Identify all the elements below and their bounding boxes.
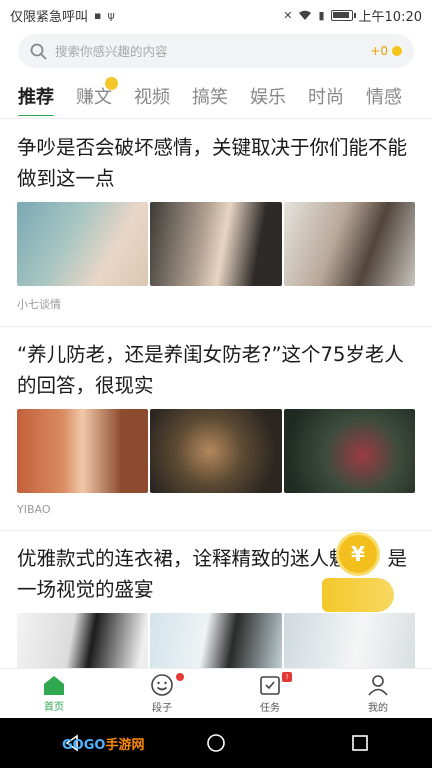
card-image[interactable]: [283, 409, 415, 493]
notification-dot: [176, 673, 184, 681]
tab-earn-label: 赚文: [76, 87, 112, 108]
recents-icon: [352, 735, 368, 751]
card-source: YIBAO: [17, 503, 51, 516]
nav-home-label: 首页: [44, 702, 64, 713]
card-image[interactable]: [150, 613, 282, 668]
tab-entertainment[interactable]: 娱乐: [250, 83, 286, 109]
coin-count-label: +0: [370, 44, 388, 58]
search-bar[interactable]: +0: [18, 34, 414, 68]
search-input[interactable]: [55, 43, 371, 59]
card-images: [17, 409, 415, 493]
carrier-text: 仅限紧急呼叫: [10, 9, 89, 25]
card-image[interactable]: [17, 202, 149, 286]
tab-funny[interactable]: 搞笑: [192, 83, 228, 109]
feed-card[interactable]: “养儿防老，还是养闺女防老?”这个75岁老人的回答，很现实 YIBAO: [0, 327, 432, 531]
nav-home[interactable]: 首页: [0, 669, 108, 718]
card-title[interactable]: “养儿防老，还是养闺女防老?”这个75岁老人的回答，很现实: [17, 327, 415, 401]
user-icon: [368, 675, 388, 696]
signal-icon: ▮: [318, 8, 325, 22]
reward-tail: [322, 578, 394, 612]
card-image[interactable]: [283, 202, 415, 286]
notification-icon: ▪: [94, 8, 102, 22]
status-time: 上午10:20: [358, 9, 422, 25]
bottom-nav: 首页 段子 ! 任务 我的: [0, 668, 432, 718]
coin-badge-icon: [105, 77, 118, 90]
wifi-icon: [299, 10, 312, 20]
coin-balance[interactable]: +0: [370, 44, 402, 58]
card-image[interactable]: [150, 202, 282, 286]
nav-jokes[interactable]: 段子: [108, 669, 216, 718]
card-image[interactable]: [17, 409, 149, 493]
card-images: [17, 202, 415, 286]
floating-reward-button[interactable]: ¥: [322, 532, 394, 616]
mute-icon: ✕: [283, 8, 293, 22]
coin-icon: [392, 46, 402, 56]
feed-card[interactable]: 争吵是否会破坏感情，关键取决于你们能不能做到这一点 小七谈情: [0, 120, 432, 327]
nav-profile[interactable]: 我的: [324, 669, 432, 718]
card-image[interactable]: [150, 409, 282, 493]
card-image[interactable]: [17, 613, 149, 668]
watermark-logo: GOGO手游网: [62, 734, 144, 753]
tab-earn[interactable]: 赚文: [76, 77, 118, 109]
nav-tasks-label: 任务: [260, 703, 280, 714]
task-icon: [260, 676, 280, 695]
home-button[interactable]: [196, 723, 236, 763]
usb-icon: ψ: [107, 8, 115, 22]
home-icon: [44, 676, 64, 695]
category-tabs: 推荐 赚文 视频 搞笑 娱乐 时尚 情感: [0, 76, 432, 116]
battery-icon: [330, 9, 356, 21]
recents-button[interactable]: [340, 723, 380, 763]
card-title[interactable]: 争吵是否会破坏感情，关键取决于你们能不能做到这一点: [17, 120, 415, 194]
card-image[interactable]: [283, 613, 415, 668]
card-images: [17, 613, 415, 668]
yuan-coin-icon: ¥: [336, 532, 380, 576]
tabs-divider: [0, 118, 432, 119]
tab-fashion[interactable]: 时尚: [308, 83, 344, 109]
tab-video[interactable]: 视频: [134, 83, 170, 109]
search-icon: [30, 43, 47, 59]
card-source: 小七谈情: [17, 298, 61, 311]
nav-profile-label: 我的: [368, 703, 388, 714]
tab-emotion[interactable]: 情感: [366, 83, 402, 109]
nav-tasks[interactable]: ! 任务: [216, 669, 324, 718]
nav-jokes-label: 段子: [152, 703, 172, 714]
tab-recommend[interactable]: 推荐: [18, 83, 54, 116]
smiley-icon: [151, 674, 173, 696]
task-badge: !: [282, 672, 292, 682]
watermark-brand: GOGO: [62, 738, 106, 753]
watermark-suffix: 手游网: [105, 738, 145, 753]
status-bar: 仅限紧急呼叫 ▪ ψ ✕ ▮ 上午10:20: [0, 0, 432, 30]
home-circle-icon: [207, 734, 225, 752]
